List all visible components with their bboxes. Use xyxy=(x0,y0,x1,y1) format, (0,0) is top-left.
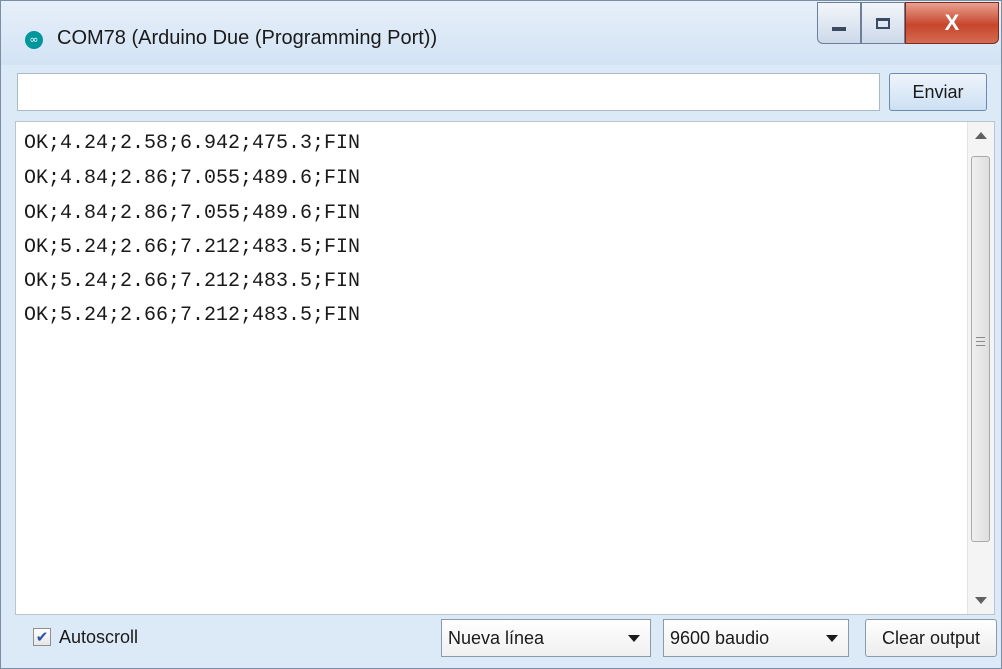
output-line: OK;4.84;2.86;7.055;489.6;FIN xyxy=(24,167,361,190)
window-controls: X xyxy=(817,2,999,44)
send-input[interactable] xyxy=(17,73,880,111)
window-title: COM78 (Arduino Due (Programming Port)) xyxy=(57,27,438,49)
maximize-button[interactable] xyxy=(861,2,905,44)
line-ending-value: Nueva línea xyxy=(448,628,545,648)
maximize-icon xyxy=(876,17,890,29)
minimize-icon xyxy=(832,27,846,31)
output-line: OK;5.24;2.66;7.212;483.5;FIN xyxy=(24,236,361,259)
scroll-down-arrow-icon[interactable] xyxy=(975,597,987,604)
autoscroll-checkbox[interactable]: ✔ xyxy=(33,628,51,646)
checkmark-icon: ✔ xyxy=(35,628,49,646)
footer-bar: ✔ Autoscroll Nueva línea 9600 baudio Cle… xyxy=(11,617,1001,663)
scroll-up-arrow-icon[interactable] xyxy=(975,132,987,139)
autoscroll-label[interactable]: Autoscroll xyxy=(59,627,138,648)
grip-icon xyxy=(976,337,985,347)
dropdown-arrow-icon xyxy=(628,635,640,642)
baud-rate-value: 9600 baudio xyxy=(670,628,770,648)
dropdown-arrow-icon xyxy=(826,635,838,642)
close-button[interactable]: X xyxy=(905,2,999,44)
scrollbar-thumb[interactable] xyxy=(971,156,990,542)
vertical-scrollbar[interactable] xyxy=(967,122,994,614)
serial-output[interactable]: OK;4.24;2.58;6.942;475.3;FIN OK;4.84;2.8… xyxy=(15,121,995,615)
output-line: OK;4.84;2.86;7.055;489.6;FIN xyxy=(24,202,361,225)
send-button[interactable]: Enviar xyxy=(889,73,987,111)
title-bar[interactable]: ∞ COM78 (Arduino Due (Programming Port))… xyxy=(1,1,1001,65)
output-line: OK;5.24;2.66;7.212;483.5;FIN xyxy=(24,304,361,327)
arduino-logo-icon: ∞ xyxy=(25,31,43,49)
output-line: OK;4.24;2.58;6.942;475.3;FIN xyxy=(24,132,361,155)
send-bar: Enviar xyxy=(11,71,993,115)
close-icon: X xyxy=(944,10,960,35)
output-line: OK;5.24;2.66;7.212;483.5;FIN xyxy=(24,270,361,293)
line-ending-select[interactable]: Nueva línea xyxy=(441,619,651,657)
baud-rate-select[interactable]: 9600 baudio xyxy=(663,619,849,657)
clear-output-button[interactable]: Clear output xyxy=(865,619,997,657)
minimize-button[interactable] xyxy=(817,2,861,44)
serial-monitor-window: ∞ COM78 (Arduino Due (Programming Port))… xyxy=(0,0,1002,669)
